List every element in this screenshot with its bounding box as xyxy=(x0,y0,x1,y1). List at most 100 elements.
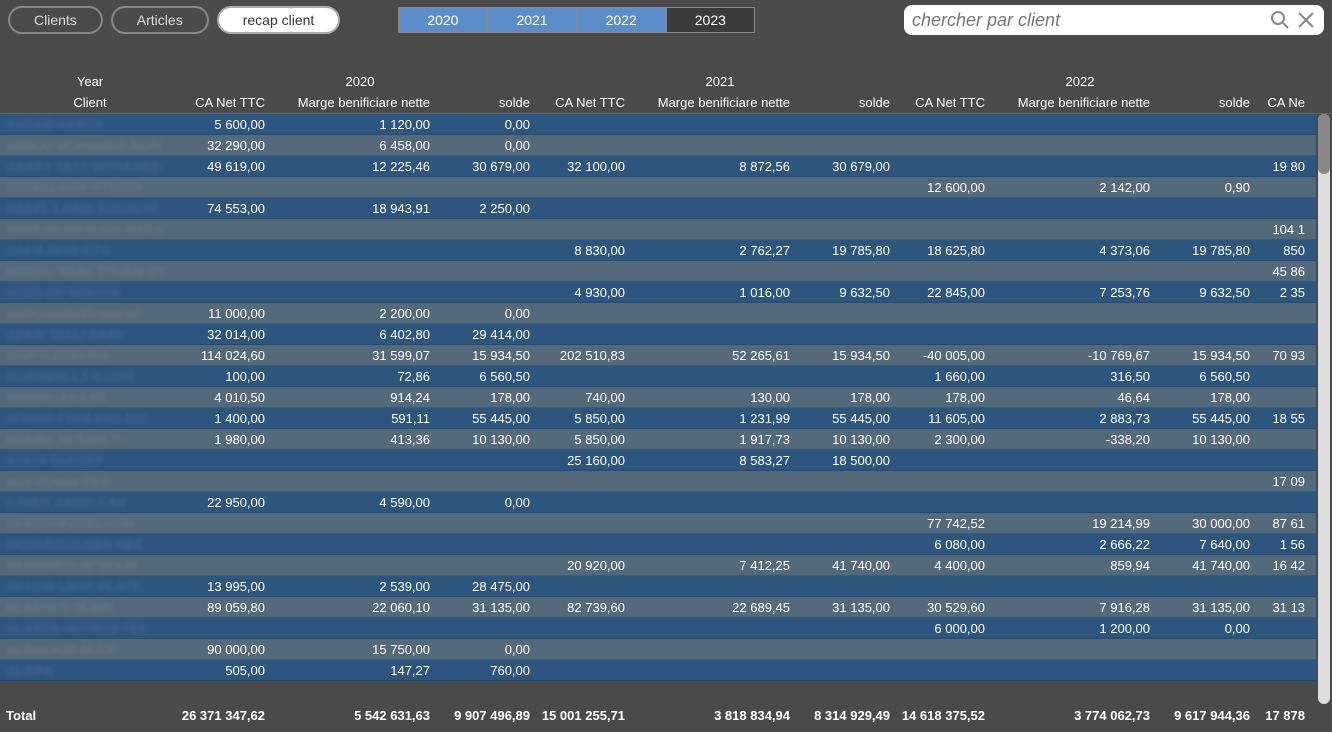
client-name-cell: AGRAMALLA KOURI xyxy=(0,369,180,384)
data-cell: 89 059,80 xyxy=(180,600,275,615)
nav-articles-button[interactable]: Articles xyxy=(111,6,209,34)
client-name-cell: ALAREB HUTROS FES xyxy=(0,621,180,636)
data-cell: 4 373,06 xyxy=(995,243,1160,258)
table-row[interactable]: AYAYA OUSSEF25 160,008 583,2718 500,00 xyxy=(0,450,1316,471)
data-cell: 32 290,00 xyxy=(180,138,275,153)
search-icon[interactable] xyxy=(1270,10,1290,30)
data-cell: 178,00 xyxy=(1160,390,1260,405)
data-cell: 7 253,76 xyxy=(995,285,1160,300)
table-row[interactable]: ABARY YASS MOHAMED49 619,0012 225,4630 6… xyxy=(0,156,1316,177)
table-row[interactable]: ABER AKHI IZZA8 830,002 762,2719 785,801… xyxy=(0,240,1316,261)
table-row[interactable]: ABDEL LARBI KOUACHI74 553,0018 943,912 2… xyxy=(0,198,1316,219)
table-row[interactable]: ABBOU MOHAMED AGRI32 290,006 458,000,00 xyxy=(0,135,1316,156)
client-label: Client xyxy=(0,95,180,110)
data-cell: 0,00 xyxy=(440,138,540,153)
data-cell: 11 000,00 xyxy=(180,306,275,321)
data-cell: 850 xyxy=(1260,243,1315,258)
search-input[interactable] xyxy=(912,10,1264,31)
data-cell: 1 917,73 xyxy=(635,432,800,447)
year-header-row: Year 2020 2021 2022 xyxy=(0,70,1332,92)
table-row[interactable]: ADRGSABDELHAKIM11 000,002 200,000,00 xyxy=(0,303,1316,324)
client-name-cell: AKRTOUFABELHAM xyxy=(0,516,180,531)
table-row[interactable]: AGROLANDURA114 024,6031 599,0715 934,502… xyxy=(0,345,1316,366)
nav-clients-button[interactable]: Clients xyxy=(8,6,103,34)
year-tab-2023[interactable]: 2023 xyxy=(666,7,755,33)
table-row[interactable]: ADRIK DIALI DARF32 014,006 402,8029 414,… xyxy=(0,324,1316,345)
data-cell: 22 950,00 xyxy=(180,495,275,510)
data-cell: 7 412,25 xyxy=(635,558,800,573)
table-row[interactable]: ALAREB HUTROS FES6 000,001 200,000,00 xyxy=(0,618,1316,639)
year-tab-2020[interactable]: 2020 xyxy=(398,7,487,33)
nav-recap-button[interactable]: recap client xyxy=(217,6,341,34)
col-solde-2021: solde xyxy=(800,95,900,110)
data-cell: 5 850,00 xyxy=(540,432,635,447)
client-name-cell: AKRAM LMAF OLATE xyxy=(0,579,180,594)
data-cell: 31 135,00 xyxy=(1160,600,1260,615)
year-tab-2022[interactable]: 2022 xyxy=(577,7,666,33)
data-cell: 505,00 xyxy=(180,663,275,678)
data-cell: 740,00 xyxy=(540,390,635,405)
data-cell: 30 000,00 xyxy=(1160,516,1260,531)
table-row[interactable]: AHMED FTER ENA ISS1 400,00591,1155 445,0… xyxy=(0,408,1316,429)
vertical-scrollbar[interactable] xyxy=(1318,114,1330,704)
table-row[interactable]: AGRAMALLA KOURI100,0072,866 560,501 660,… xyxy=(0,366,1316,387)
data-cell: 31 599,07 xyxy=(275,348,440,363)
table-row[interactable]: AUXVEHAM FES17 09 xyxy=(0,471,1316,492)
table-row[interactable]: ABDELLAGH HTHAMI12 600,002 142,000,90 xyxy=(0,177,1316,198)
data-cell: 4 400,00 xyxy=(900,558,995,573)
client-name-cell: ABARY YASS MOHAMED xyxy=(0,159,180,174)
close-icon[interactable] xyxy=(1296,10,1316,30)
table-row[interactable]: AARAB HAMZA5 600,001 120,000,00 xyxy=(0,114,1316,135)
table-row[interactable]: AKHARCIOUSBN NEC6 080,002 666,227 640,00… xyxy=(0,534,1316,555)
table-row[interactable]: ACDE AB MOUSSI4 930,001 016,009 632,5022… xyxy=(0,282,1316,303)
data-cell: 0,00 xyxy=(440,495,540,510)
data-cell: 859,94 xyxy=(995,558,1160,573)
data-cell: 22 845,00 xyxy=(900,285,995,300)
table-row[interactable]: ALBAKADBALEM90 000,0015 750,000,00 xyxy=(0,639,1316,660)
table-row[interactable]: ALIDPA505,00147,27760,00 xyxy=(0,660,1316,681)
client-name-cell: ADRGSABDELHAKIM xyxy=(0,306,180,321)
data-cell: 30 529,60 xyxy=(900,600,995,615)
data-cell: 1 980,00 xyxy=(180,432,275,447)
total-cell: 26 371 347,62 xyxy=(180,708,275,723)
table-row[interactable]: AHHABI ABAAD4 010,50914,24178,00740,0013… xyxy=(0,387,1316,408)
nav-buttons: Clients Articles recap client xyxy=(8,6,340,34)
table-row[interactable]: AJMEK ARBELLAH22 950,004 590,000,00 xyxy=(0,492,1316,513)
table-row[interactable]: AKRAM LMAF OLATE13 995,002 539,0028 475,… xyxy=(0,576,1316,597)
col-marge-2022: Marge benificiare nette xyxy=(995,95,1160,110)
data-cell: 15 750,00 xyxy=(275,642,440,657)
data-cell: 22 060,10 xyxy=(275,600,440,615)
client-name-cell: ALARSEN OLBRI xyxy=(0,600,180,615)
data-cell: 9 632,50 xyxy=(1160,285,1260,300)
scrollbar-thumb[interactable] xyxy=(1318,114,1330,174)
table-row[interactable]: ADAMA HERAHI TU1 980,00413,3610 130,005 … xyxy=(0,429,1316,450)
data-cell: 87 61 xyxy=(1260,516,1315,531)
col-ca-2022: CA Net TTC xyxy=(900,95,995,110)
year-tab-2021[interactable]: 2021 xyxy=(487,7,576,33)
data-cell: 18 55 xyxy=(1260,411,1315,426)
data-cell: 178,00 xyxy=(440,390,540,405)
client-name-cell: ALIDPA xyxy=(0,663,180,678)
table-header: Year 2020 2021 2022 Client CA Net TTC Ma… xyxy=(0,70,1332,114)
year-group-2020: 2020 xyxy=(180,74,540,89)
data-cell: 7 916,28 xyxy=(995,600,1160,615)
data-cell: 28 475,00 xyxy=(440,579,540,594)
data-cell: 202 510,83 xyxy=(540,348,635,363)
data-cell: 4 010,50 xyxy=(180,390,275,405)
data-cell: 0,00 xyxy=(440,642,540,657)
client-name-cell: AYAYA OUSSEF xyxy=(0,453,180,468)
table-row[interactable]: AKHAMROUM MOUN20 920,007 412,2541 740,00… xyxy=(0,555,1316,576)
table-row[interactable]: ALARSEN OLBRI89 059,8022 060,10 31 135,00… xyxy=(0,597,1316,618)
total-cell: 17 878 xyxy=(1260,708,1315,723)
data-cell: 0,00 xyxy=(1160,621,1260,636)
data-cell: 1 660,00 xyxy=(900,369,995,384)
total-cell: 3 774 062,73 xyxy=(995,708,1160,723)
table-row[interactable]: AKRTOUFABELHAM77 742,5219 214,9930 000,0… xyxy=(0,513,1316,534)
total-cell: 9 617 944,36 xyxy=(1160,708,1260,723)
col-header-row: Client CA Net TTC Marge benificiare nett… xyxy=(0,92,1332,114)
data-cell: 178,00 xyxy=(800,390,900,405)
table-body: AARAB HAMZA5 600,001 120,000,00ABBOU MOH… xyxy=(0,114,1316,704)
table-row[interactable]: ABDERRAH NOUS HADA104 1 xyxy=(0,219,1316,240)
client-name-cell: AARAB HAMZA xyxy=(0,117,180,132)
table-row[interactable]: ABBOU RNAL TOUAM DT45 86 xyxy=(0,261,1316,282)
